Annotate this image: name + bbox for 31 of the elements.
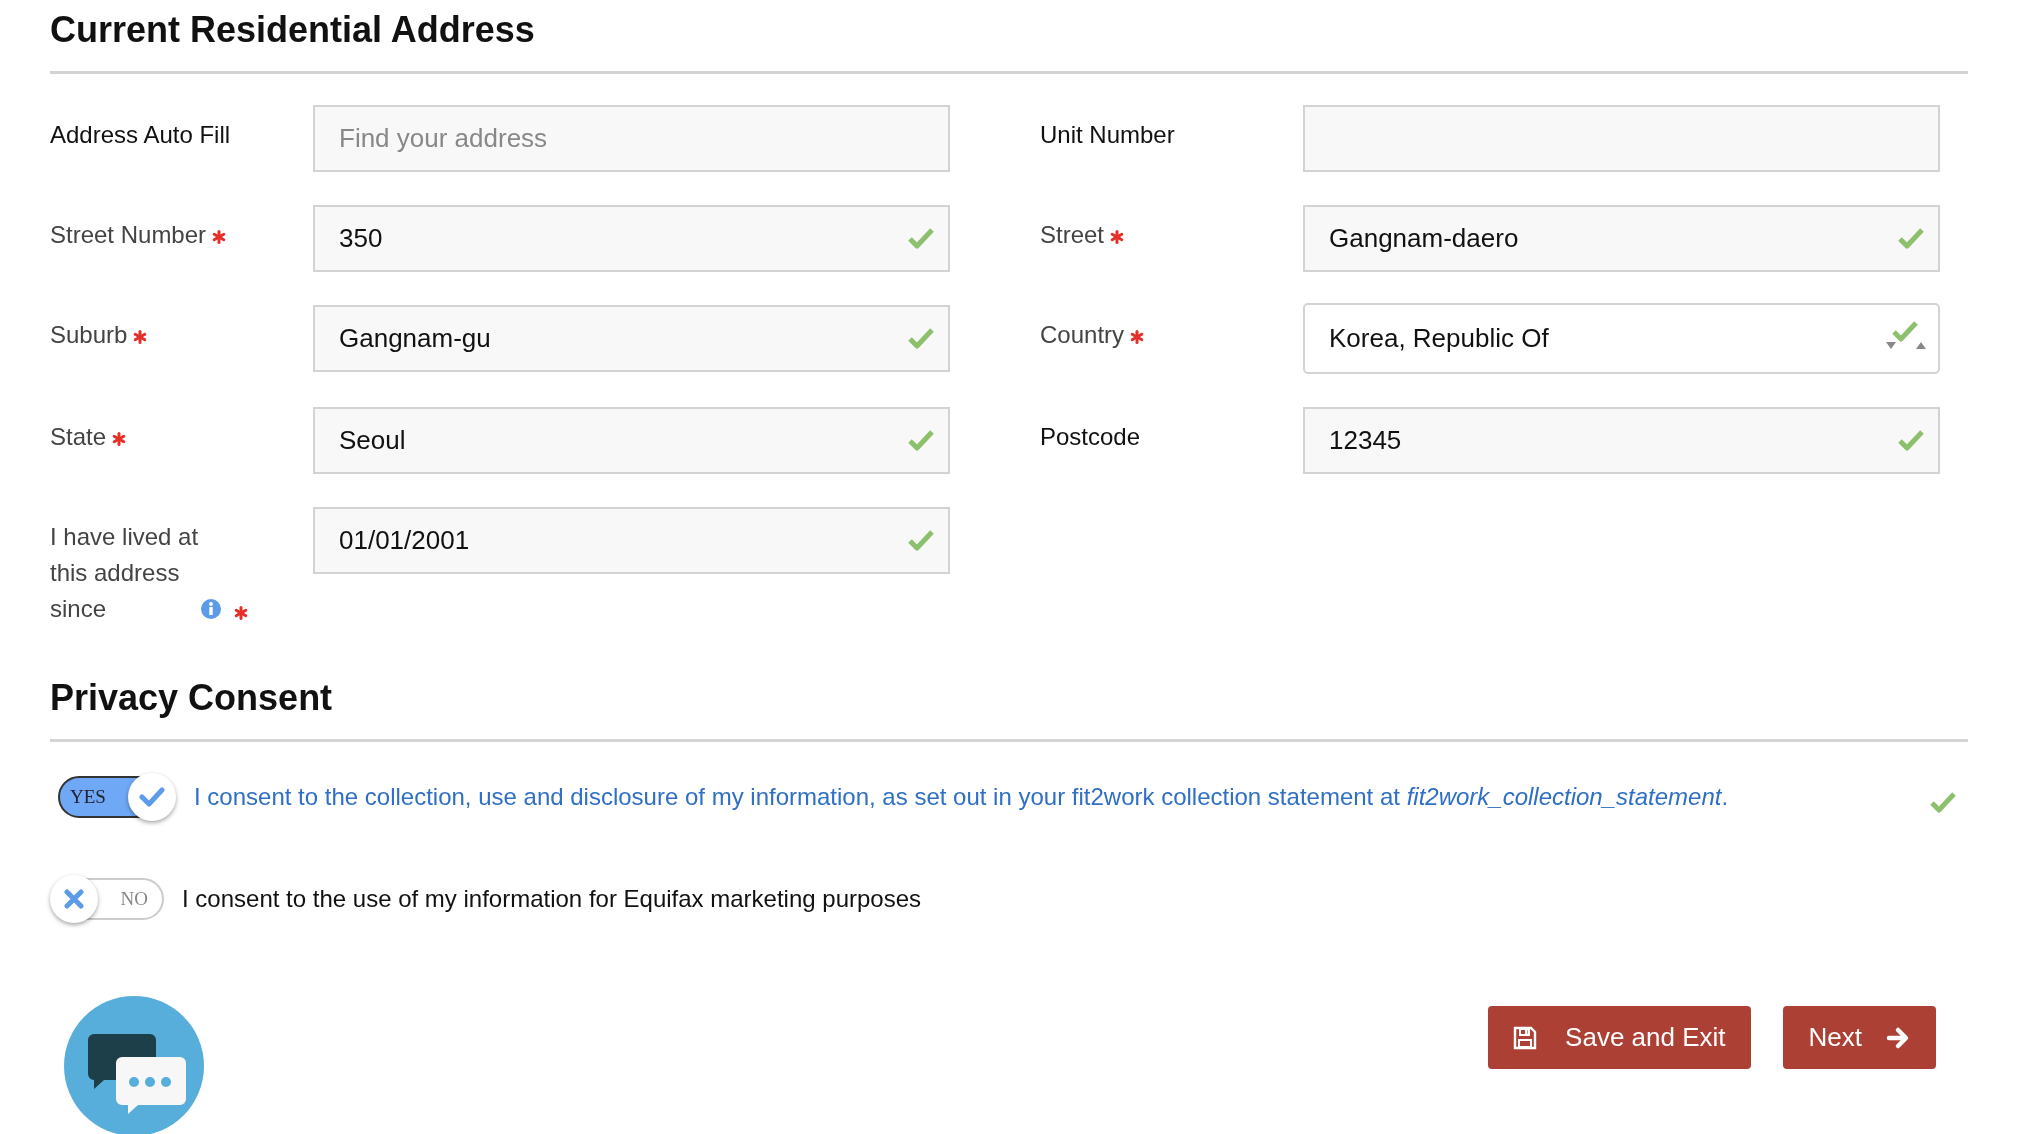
input-field[interactable]: 12345 (1303, 407, 1940, 474)
section-heading: Privacy Consent (50, 668, 1968, 742)
sort-arrows-icon (1886, 342, 1926, 350)
field-label: Address Auto Fill (50, 121, 231, 148)
statement-link[interactable]: fit2work_collection_statement (1406, 783, 1722, 810)
country-dropdown[interactable]: Korea, Republic Of (1303, 303, 1940, 374)
chat-bubbles-icon[interactable] (64, 996, 204, 1134)
input-field[interactable]: Seoul (313, 407, 950, 474)
field-label: Country (1040, 321, 1125, 348)
input-field[interactable]: 01/01/2001 (313, 507, 950, 574)
input-field[interactable]: 350 (313, 205, 950, 272)
info-icon[interactable] (200, 598, 222, 620)
save-and-exit-button[interactable]: Save and Exit (1488, 1006, 1751, 1069)
next-button[interactable]: Next (1782, 1006, 1936, 1069)
field-label: Street Number (50, 221, 207, 248)
consent-text: I consent to the use of my information for Equifax marketing purposes (182, 885, 923, 913)
field-label: Suburb (50, 321, 128, 348)
field-label: Street (1040, 221, 1105, 248)
field-label: State (50, 423, 107, 450)
arrow-right-icon (1886, 1025, 1910, 1050)
input-field[interactable]: Find your address (313, 105, 950, 172)
input-field[interactable] (1303, 105, 1940, 172)
field-label: Unit Number (1040, 121, 1175, 148)
section-heading: Current Residential Address (50, 0, 1968, 74)
consent-text: I consent to the collection, use and disclosure of my information, as set out in your fit2work collection statement at fit2work_collection_statement. (194, 783, 1730, 811)
field-label: I have lived at this address since (50, 522, 200, 624)
x-icon (64, 889, 84, 909)
field-label: Postcode (1040, 423, 1141, 450)
checkmark-icon (139, 786, 165, 808)
input-field[interactable]: Gangnam-gu (313, 305, 950, 372)
input-field[interactable]: Gangnam-daero (1303, 205, 1940, 272)
